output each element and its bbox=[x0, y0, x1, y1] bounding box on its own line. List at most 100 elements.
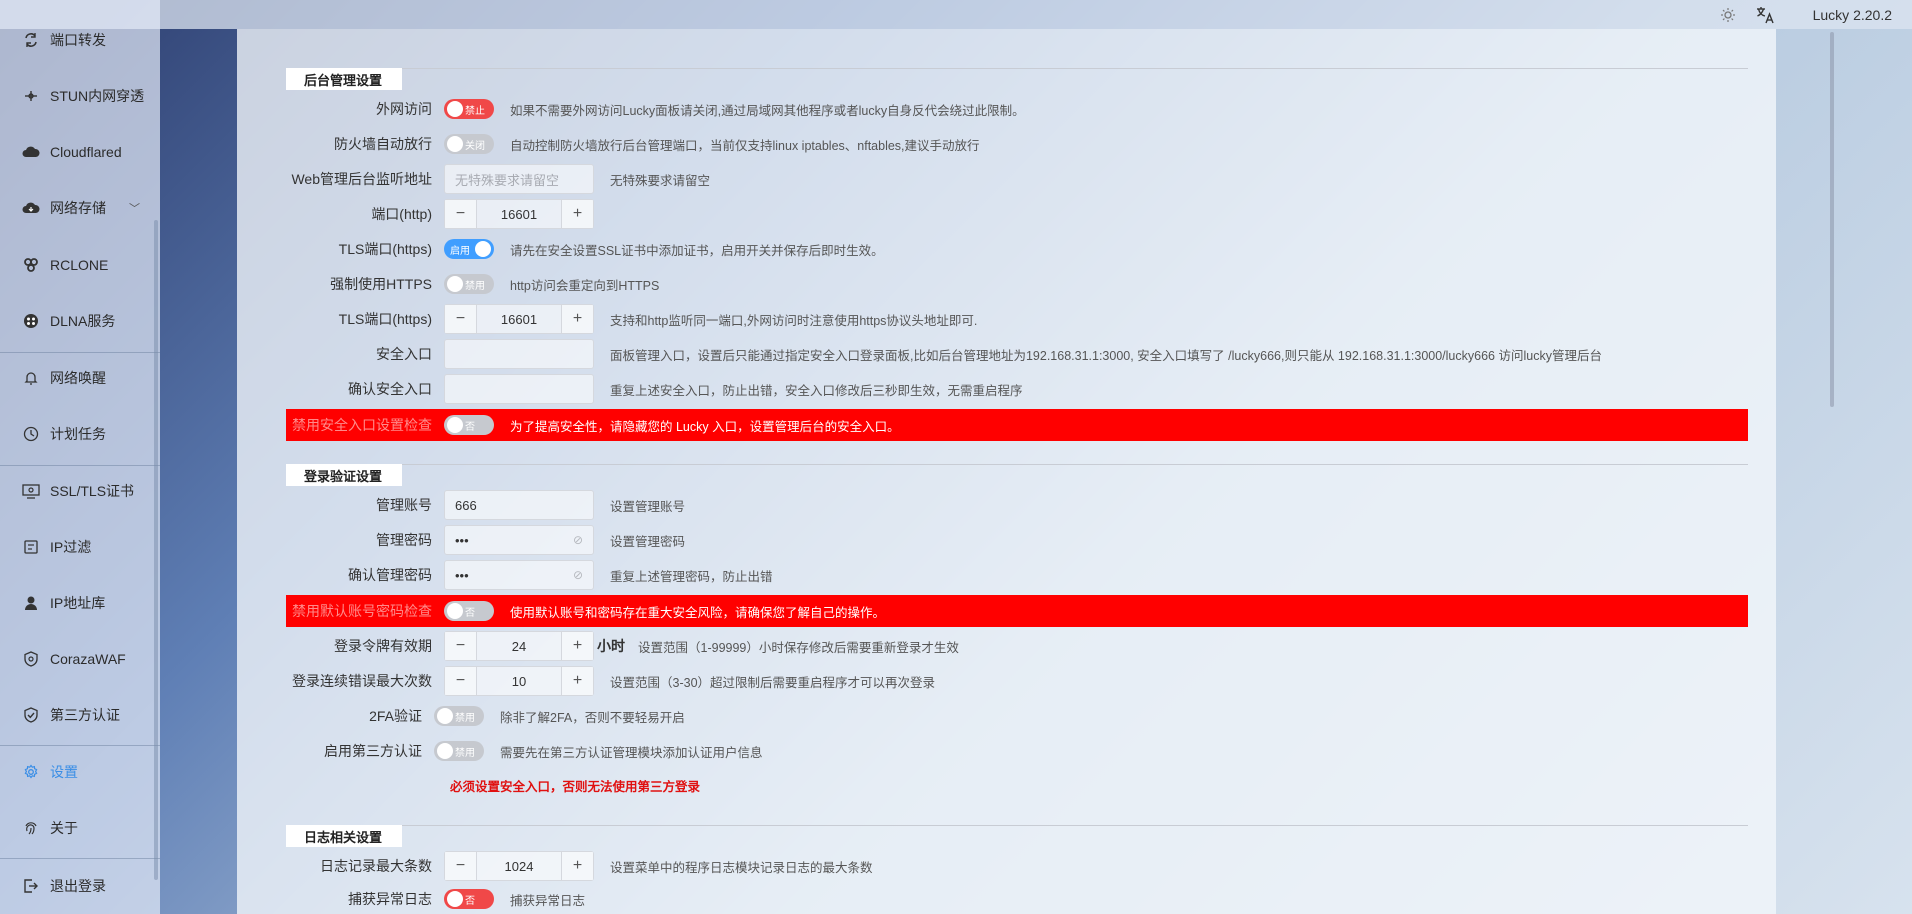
sidebar-item-label: 设置 bbox=[50, 764, 78, 780]
row-disable-default-check: 禁用默认账号密码检查 否 使用默认账号和密码存在重大安全风险，请确保您了解自己的… bbox=[286, 595, 1748, 627]
sidebar-item-label: IP过滤 bbox=[50, 539, 92, 555]
translate-icon[interactable] bbox=[1755, 5, 1775, 25]
row-firewall: 防火墙自动放行 关闭 自动控制防火墙放行后台管理端口，当前仅支持linux ip… bbox=[286, 129, 1748, 159]
confirm-entry-input[interactable] bbox=[444, 374, 594, 404]
increment-button[interactable]: + bbox=[561, 632, 593, 660]
increment-button[interactable]: + bbox=[561, 667, 593, 695]
password-value: ••• bbox=[455, 532, 469, 548]
sidebar-item-label: 退出登录 bbox=[50, 878, 106, 894]
sidebar-item-label: IP地址库 bbox=[50, 595, 106, 611]
sun-icon[interactable] bbox=[1719, 6, 1737, 24]
tls-port-stepper[interactable]: − 16601 + bbox=[444, 304, 594, 334]
toggle-knob bbox=[437, 743, 453, 759]
increment-button[interactable]: + bbox=[561, 305, 593, 333]
sidebar-item-settings[interactable]: 设置 bbox=[0, 744, 160, 800]
sidebar-item-stun[interactable]: STUN内网穿透 bbox=[0, 68, 160, 124]
third-party-auth-toggle[interactable]: 禁用 bbox=[434, 741, 484, 761]
top-bar: Lucky 2.20.2 bbox=[0, 0, 1912, 29]
field-label: TLS端口(https) bbox=[338, 241, 432, 257]
sidebar-item-schedule[interactable]: 计划任务 bbox=[0, 406, 160, 462]
sidebar-item-rclone[interactable]: RCLONE bbox=[0, 237, 160, 293]
section-divider bbox=[286, 464, 1748, 465]
toggle-text: 禁用 bbox=[465, 280, 485, 292]
decrement-button[interactable]: − bbox=[445, 200, 477, 228]
stepper-value[interactable]: 24 bbox=[477, 632, 561, 660]
sidebar-item-ip-db[interactable]: IP地址库 bbox=[0, 575, 160, 631]
field-label: 防火墙自动放行 bbox=[334, 136, 432, 152]
stepper-value[interactable]: 10 bbox=[477, 667, 561, 695]
sidebar: 端口转发 STUN内网穿透 Cloudflared 网络存储 ﹀ RCLONE … bbox=[0, 0, 160, 914]
sidebar-scrollbar[interactable] bbox=[154, 220, 158, 880]
confirm-password-input[interactable]: ••• ⊘ bbox=[444, 560, 594, 590]
sidebar-item-logout[interactable]: 退出登录 bbox=[0, 858, 160, 914]
sidebar-item-storage[interactable]: 网络存储 ﹀ bbox=[0, 180, 160, 236]
stepper-value[interactable]: 16601 bbox=[477, 200, 561, 228]
row-password: 管理密码 ••• ⊘ 设置管理密码 bbox=[286, 525, 1748, 555]
stepper-value[interactable]: 1024 bbox=[477, 852, 561, 880]
field-hint: 设置范围（1-99999）小时保存修改后需要重新登录才生效 bbox=[638, 640, 959, 655]
field-hint: 自动控制防火墙放行后台管理端口，当前仅支持linux iptables、nfta… bbox=[510, 138, 980, 153]
main-scrollbar[interactable] bbox=[1830, 32, 1834, 407]
capture-log-toggle[interactable]: 否 bbox=[444, 889, 494, 909]
increment-button[interactable]: + bbox=[561, 200, 593, 228]
sidebar-item-cloudflared[interactable]: Cloudflared bbox=[0, 124, 160, 180]
stepper-value[interactable]: 16601 bbox=[477, 305, 561, 333]
sidebar-item-label: CorazaWAF bbox=[50, 651, 126, 667]
max-errors-stepper[interactable]: − 10 + bbox=[444, 666, 594, 696]
twofa-toggle[interactable]: 禁用 bbox=[434, 706, 484, 726]
field-label: 启用第三方认证 bbox=[324, 743, 422, 759]
increment-button[interactable]: + bbox=[561, 852, 593, 880]
row-account: 管理账号 666 设置管理账号 bbox=[286, 490, 1748, 520]
wan-access-toggle[interactable]: 禁止 bbox=[444, 99, 494, 119]
row-confirm-entry: 确认安全入口 重复上述安全入口，防止出错，安全入口修改后三秒即生效，无需重启程序 bbox=[286, 374, 1748, 404]
toggle-knob bbox=[437, 708, 453, 724]
decrement-button[interactable]: − bbox=[445, 632, 477, 660]
user-icon bbox=[22, 594, 40, 612]
sidebar-item-waf[interactable]: CorazaWAF bbox=[0, 631, 160, 687]
sidebar-item-port-forward[interactable]: 端口转发 bbox=[0, 12, 160, 68]
disable-default-check-toggle[interactable]: 否 bbox=[444, 601, 494, 621]
account-input[interactable]: 666 bbox=[444, 490, 594, 520]
third-party-warning: 必须设置安全入口，否则无法使用第三方登录 bbox=[450, 780, 701, 794]
field-hint: 重复上述管理密码，防止出错 bbox=[610, 569, 773, 584]
sidebar-item-ip-filter[interactable]: IP过滤 bbox=[0, 519, 160, 575]
sidebar-item-dlna[interactable]: DLNA服务 bbox=[0, 293, 160, 349]
sidebar-item-label: DLNA服务 bbox=[50, 313, 116, 329]
token-ttl-stepper[interactable]: − 24 + bbox=[444, 631, 594, 661]
section-divider bbox=[286, 68, 1748, 69]
password-input[interactable]: ••• ⊘ bbox=[444, 525, 594, 555]
log-max-stepper[interactable]: − 1024 + bbox=[444, 851, 594, 881]
listen-address-input[interactable]: 无特殊要求请留空 bbox=[444, 164, 594, 194]
field-label: Web管理后台监听地址 bbox=[291, 171, 432, 187]
toggle-knob bbox=[447, 417, 463, 433]
http-port-stepper[interactable]: − 16601 + bbox=[444, 199, 594, 229]
field-label: 确认安全入口 bbox=[348, 381, 432, 397]
field-hint: 需要先在第三方认证管理模块添加认证用户信息 bbox=[500, 745, 763, 760]
tls-toggle[interactable]: 启用 bbox=[444, 239, 494, 259]
row-force-https: 强制使用HTTPS 禁用 http访问会重定向到HTTPS bbox=[286, 269, 1748, 299]
logout-icon bbox=[22, 877, 40, 895]
firewall-toggle[interactable]: 关闭 bbox=[444, 134, 494, 154]
safe-entry-input[interactable] bbox=[444, 339, 594, 369]
field-label: 确认管理密码 bbox=[348, 567, 432, 583]
decrement-button[interactable]: − bbox=[445, 305, 477, 333]
field-hint: 面板管理入口，设置后只能通过指定安全入口登录面板,比如后台管理地址为192.16… bbox=[610, 348, 1602, 363]
eye-hidden-icon[interactable]: ⊘ bbox=[573, 533, 583, 547]
sidebar-item-third-party[interactable]: 第三方认证 bbox=[0, 687, 160, 743]
section-title-log: 日志相关设置 bbox=[286, 825, 402, 847]
field-label: 2FA验证 bbox=[369, 708, 422, 724]
field-label: TLS端口(https) bbox=[338, 311, 432, 327]
decrement-button[interactable]: − bbox=[445, 852, 477, 880]
port-forward-icon bbox=[22, 31, 40, 49]
eye-hidden-icon[interactable]: ⊘ bbox=[573, 568, 583, 582]
sidebar-item-about[interactable]: 关于 bbox=[0, 800, 160, 856]
row-capture-log: 捕获异常日志 否 捕获异常日志 bbox=[286, 884, 1748, 914]
sidebar-item-label: 端口转发 bbox=[50, 32, 106, 48]
force-https-toggle[interactable]: 禁用 bbox=[444, 274, 494, 294]
sidebar-item-ssl[interactable]: SSL/TLS证书 bbox=[0, 463, 160, 519]
sidebar-item-label: RCLONE bbox=[50, 257, 109, 273]
row-disable-entry-check: 禁用安全入口设置检查 否 为了提高安全性，请隐藏您的 Lucky 入口，设置管理… bbox=[286, 409, 1748, 441]
sidebar-item-wol[interactable]: 网络唤醒 bbox=[0, 350, 160, 406]
decrement-button[interactable]: − bbox=[445, 667, 477, 695]
disable-entry-check-toggle[interactable]: 否 bbox=[444, 415, 494, 435]
